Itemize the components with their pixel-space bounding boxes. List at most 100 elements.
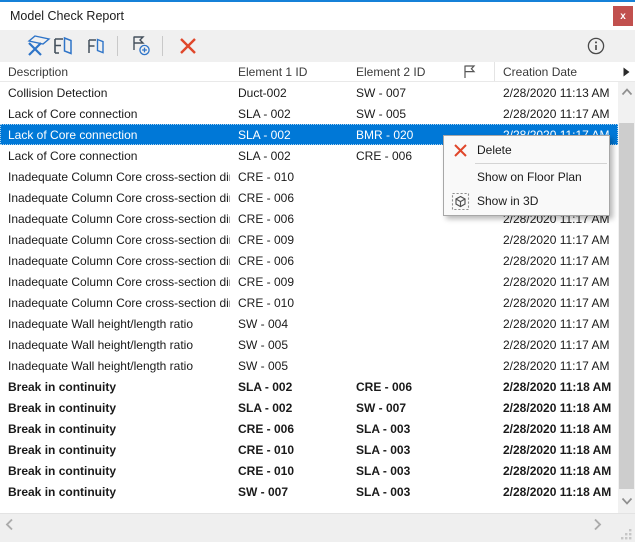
- report-row[interactable]: Inadequate Column Core cross-section dim…: [0, 229, 618, 250]
- cell-description: Inadequate Column Core cross-section dim…: [8, 274, 230, 289]
- cell-description: Break in continuity: [8, 484, 117, 499]
- menu-item-delete[interactable]: Delete: [444, 138, 609, 162]
- report-row[interactable]: Lack of Core connection SLA - 002 SW - 0…: [0, 103, 618, 124]
- cell-element-1-id: Duct-002: [238, 85, 287, 100]
- model-check-report-window: Model Check Report x Description Element…: [0, 0, 635, 542]
- report-row[interactable]: Break in continuity CRE - 010 SLA - 003 …: [0, 439, 618, 460]
- cell-element-1-id: SLA - 002: [238, 106, 291, 121]
- cell-element-2-id: SLA - 003: [356, 463, 411, 478]
- menu-item-show-in-3d[interactable]: Show in 3D: [444, 189, 609, 213]
- report-row[interactable]: Inadequate Column Core cross-section dim…: [0, 292, 618, 313]
- cell-element-1-id: CRE - 010: [238, 463, 295, 478]
- info-button[interactable]: [583, 34, 609, 58]
- delete-x-icon: [444, 143, 477, 158]
- report-table: Description Element 1 ID Element 2 ID Cr…: [0, 62, 618, 513]
- report-row[interactable]: Inadequate Wall height/length ratio SW -…: [0, 313, 618, 334]
- cell-creation-date: 2/28/2020 11:13 AM: [503, 85, 610, 100]
- column-header-creation-date[interactable]: Creation Date: [495, 65, 618, 79]
- context-menu: Delete Show on Floor Plan Show in 3D: [443, 135, 610, 216]
- column-header-description[interactable]: Description: [0, 65, 230, 79]
- cell-description: Lack of Core connection: [8, 106, 138, 121]
- chevron-left-icon: [5, 518, 13, 531]
- resize-grip[interactable]: [621, 529, 632, 540]
- cell-element-2-id: SW - 007: [356, 400, 407, 415]
- delete-button[interactable]: [175, 34, 201, 58]
- cell-description: Break in continuity: [8, 442, 117, 457]
- scroll-up-button[interactable]: [618, 85, 635, 99]
- cell-element-1-id: CRE - 006: [238, 421, 295, 436]
- model-check-3d-icon: [26, 34, 52, 58]
- toolbar: [0, 30, 635, 62]
- close-button[interactable]: x: [613, 6, 633, 26]
- menu-separator: [475, 163, 607, 164]
- cell-creation-date: 2/28/2020 11:17 AM: [503, 316, 610, 331]
- window-title: Model Check Report: [10, 9, 124, 23]
- cell-element-2-id: BMR - 020: [356, 127, 414, 142]
- report-row[interactable]: Break in continuity SLA - 002 CRE - 006 …: [0, 376, 618, 397]
- scroll-right-button[interactable]: [593, 518, 602, 531]
- chevron-up-icon: [621, 88, 632, 96]
- cell-element-2-id: SLA - 003: [356, 421, 411, 436]
- cell-description: Inadequate Wall height/length ratio: [8, 358, 194, 373]
- cell-description: Inadequate Wall height/length ratio: [8, 337, 194, 352]
- menu-item-show-on-floor-plan[interactable]: Show on Floor Plan: [444, 165, 609, 189]
- cell-creation-date: 2/28/2020 11:17 AM: [503, 274, 610, 289]
- toolbar-separator: [162, 36, 163, 56]
- table-header: Description Element 1 ID Element 2 ID Cr…: [0, 62, 618, 82]
- check-model-button[interactable]: [26, 34, 52, 58]
- cell-creation-date: 2/28/2020 11:18 AM: [503, 400, 612, 415]
- horizontal-scrollbar[interactable]: [0, 513, 635, 542]
- cell-element-1-id: SLA - 002: [238, 400, 293, 415]
- element-1-3d-icon: [51, 34, 75, 58]
- cell-element-1-id: CRE - 006: [238, 190, 295, 205]
- report-row[interactable]: Break in continuity SLA - 002 SW - 007 2…: [0, 397, 618, 418]
- cell-creation-date: 2/28/2020 11:18 AM: [503, 421, 612, 436]
- report-row[interactable]: Inadequate Column Core cross-section dim…: [0, 250, 618, 271]
- menu-item-label: Show in 3D: [477, 194, 539, 208]
- cell-description: Lack of Core connection: [8, 148, 138, 163]
- scroll-left-button[interactable]: [5, 518, 14, 531]
- cell-element-1-id: CRE - 009: [238, 232, 295, 247]
- toolbar-separator: [117, 36, 118, 56]
- report-row[interactable]: Inadequate Wall height/length ratio SW -…: [0, 334, 618, 355]
- cell-creation-date: 2/28/2020 11:17 AM: [503, 295, 610, 310]
- column-header-element-2-id[interactable]: Element 2 ID: [348, 65, 448, 79]
- cell-element-2-id: CRE - 006: [356, 379, 413, 394]
- cell-element-2-id: CRE - 006: [356, 148, 413, 163]
- new-entry-button[interactable]: [128, 34, 154, 58]
- report-row[interactable]: Inadequate Column Core cross-section dim…: [0, 271, 618, 292]
- show-element-2-button[interactable]: [83, 34, 109, 58]
- cell-description: Break in continuity: [8, 463, 117, 478]
- report-row[interactable]: Break in continuity CRE - 010 SLA - 003 …: [0, 460, 618, 481]
- show-in-3d-icon: [444, 192, 477, 211]
- report-row[interactable]: Break in continuity CRE - 006 SLA - 003 …: [0, 418, 618, 439]
- info-icon: [585, 35, 607, 57]
- header-scroll-right-button[interactable]: [618, 62, 635, 82]
- cell-description: Inadequate Column Core cross-section dim…: [8, 232, 230, 247]
- vertical-scrollbar[interactable]: [618, 62, 635, 513]
- cell-element-2-id: SW - 005: [356, 106, 407, 121]
- cell-creation-date: 2/28/2020 11:17 AM: [503, 253, 610, 268]
- cell-element-1-id: SLA - 002: [238, 148, 291, 163]
- cell-element-2-id: SW - 007: [356, 85, 407, 100]
- cell-creation-date: 2/28/2020 11:18 AM: [503, 442, 612, 457]
- cell-element-1-id: CRE - 010: [238, 442, 295, 457]
- cell-element-1-id: CRE - 010: [238, 295, 295, 310]
- flag-icon: [463, 64, 476, 79]
- scroll-down-button[interactable]: [618, 494, 635, 508]
- report-row[interactable]: Inadequate Wall height/length ratio SW -…: [0, 355, 618, 376]
- cell-description: Break in continuity: [8, 379, 117, 394]
- cell-description: Lack of Core connection: [8, 127, 138, 142]
- show-element-1-button[interactable]: [50, 34, 76, 58]
- report-row[interactable]: Collision Detection Duct-002 SW - 007 2/…: [0, 82, 618, 103]
- cell-creation-date: 2/28/2020 11:18 AM: [503, 484, 612, 499]
- close-icon: x: [620, 10, 626, 22]
- column-header-element-1-id[interactable]: Element 1 ID: [230, 65, 348, 79]
- report-row[interactable]: Break in continuity SW - 007 SLA - 003 2…: [0, 481, 618, 502]
- cell-description: Inadequate Wall height/length ratio: [8, 316, 194, 331]
- cell-description: Inadequate Column Core cross-section dim…: [8, 190, 230, 205]
- cell-element-1-id: CRE - 006: [238, 211, 295, 226]
- delete-x-icon: [177, 35, 199, 57]
- vertical-scrollbar-thumb[interactable]: [619, 123, 634, 489]
- column-header-flag[interactable]: [448, 62, 495, 81]
